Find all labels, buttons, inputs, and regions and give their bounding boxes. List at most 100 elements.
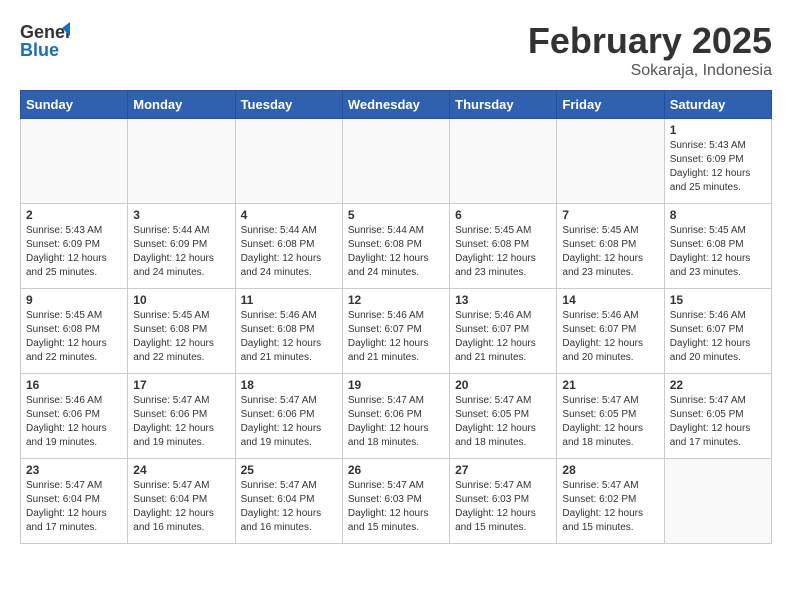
day-number: 4 — [241, 208, 337, 222]
day-info: Sunrise: 5:46 AM Sunset: 6:07 PM Dayligh… — [455, 309, 551, 365]
calendar-cell: 2 Sunrise: 5:43 AM Sunset: 6:09 PM Daylig… — [21, 204, 128, 289]
calendar-cell: 27Sunrise: 5:47 AM Sunset: 6:03 PM Dayli… — [450, 459, 557, 544]
day-number: 8 — [670, 208, 766, 222]
week-row-4: 23 Sunrise: 5:47 AM Sunset: 6:04 PM Dayli… — [21, 459, 772, 544]
weekday-header-row: SundayMondayTuesdayWednesdayThursdayFrid… — [21, 91, 772, 119]
day-number: 17 — [133, 378, 229, 392]
day-number: 3 — [133, 208, 229, 222]
day-info: Sunrise: 5:47 AM Sunset: 6:04 PM Dayligh… — [241, 479, 337, 535]
day-info: Sunrise: 5:47 AM Sunset: 6:03 PM Dayligh… — [348, 479, 444, 535]
day-number: 9 — [26, 293, 122, 307]
day-info: Sunrise: 5:47 AM Sunset: 6:05 PM Dayligh… — [562, 394, 658, 450]
day-number: 11 — [241, 293, 337, 307]
day-number: 10 — [133, 293, 229, 307]
calendar-cell — [235, 119, 342, 204]
month-title: February 2025 — [528, 20, 772, 62]
day-number: 25 — [241, 463, 337, 477]
week-row-3: 16Sunrise: 5:46 AM Sunset: 6:06 PM Dayli… — [21, 374, 772, 459]
day-info: Sunrise: 5:46 AM Sunset: 6:07 PM Dayligh… — [670, 309, 766, 365]
week-row-2: 9 Sunrise: 5:45 AM Sunset: 6:08 PM Daylig… — [21, 289, 772, 374]
day-info: Sunrise: 5:45 AM Sunset: 6:08 PM Dayligh… — [670, 224, 766, 280]
day-info: Sunrise: 5:47 AM Sunset: 6:03 PM Dayligh… — [455, 479, 551, 535]
svg-text:Blue: Blue — [20, 40, 59, 60]
day-number: 21 — [562, 378, 658, 392]
calendar-cell: 19Sunrise: 5:47 AM Sunset: 6:06 PM Dayli… — [342, 374, 449, 459]
day-info: Sunrise: 5:46 AM Sunset: 6:06 PM Dayligh… — [26, 394, 122, 450]
logo-icon: General Blue — [20, 20, 70, 60]
weekday-header-saturday: Saturday — [664, 91, 771, 119]
day-info: Sunrise: 5:44 AM Sunset: 6:08 PM Dayligh… — [348, 224, 444, 280]
day-number: 2 — [26, 208, 122, 222]
calendar-cell: 28Sunrise: 5:47 AM Sunset: 6:02 PM Dayli… — [557, 459, 664, 544]
calendar-cell: 14 Sunrise: 5:46 AM Sunset: 6:07 PM Dayli… — [557, 289, 664, 374]
calendar-cell: 17 Sunrise: 5:47 AM Sunset: 6:06 PM Dayli… — [128, 374, 235, 459]
day-info: Sunrise: 5:47 AM Sunset: 6:04 PM Dayligh… — [133, 479, 229, 535]
calendar-cell: 5 Sunrise: 5:44 AM Sunset: 6:08 PM Daylig… — [342, 204, 449, 289]
day-number: 14 — [562, 293, 658, 307]
day-info: Sunrise: 5:43 AM Sunset: 6:09 PM Dayligh… — [26, 224, 122, 280]
calendar-cell: 21 Sunrise: 5:47 AM Sunset: 6:05 PM Dayli… — [557, 374, 664, 459]
week-row-0: 1 Sunrise: 5:43 AM Sunset: 6:09 PM Daylig… — [21, 119, 772, 204]
calendar-cell: 13Sunrise: 5:46 AM Sunset: 6:07 PM Dayli… — [450, 289, 557, 374]
calendar-cell: 4 Sunrise: 5:44 AM Sunset: 6:08 PM Daylig… — [235, 204, 342, 289]
calendar-cell: 20 Sunrise: 5:47 AM Sunset: 6:05 PM Dayli… — [450, 374, 557, 459]
calendar-cell: 25 Sunrise: 5:47 AM Sunset: 6:04 PM Dayli… — [235, 459, 342, 544]
page-header: General Blue February 2025 Sokaraja, Ind… — [20, 20, 772, 80]
day-info: Sunrise: 5:45 AM Sunset: 6:08 PM Dayligh… — [562, 224, 658, 280]
calendar-cell — [664, 459, 771, 544]
calendar-cell: 7Sunrise: 5:45 AM Sunset: 6:08 PM Daylig… — [557, 204, 664, 289]
calendar-cell — [450, 119, 557, 204]
day-info: Sunrise: 5:47 AM Sunset: 6:02 PM Dayligh… — [562, 479, 658, 535]
calendar-cell: 23 Sunrise: 5:47 AM Sunset: 6:04 PM Dayli… — [21, 459, 128, 544]
calendar-cell: 15 Sunrise: 5:46 AM Sunset: 6:07 PM Dayli… — [664, 289, 771, 374]
day-info: Sunrise: 5:44 AM Sunset: 6:09 PM Dayligh… — [133, 224, 229, 280]
day-info: Sunrise: 5:47 AM Sunset: 6:06 PM Dayligh… — [133, 394, 229, 450]
calendar-cell — [557, 119, 664, 204]
calendar-cell: 1 Sunrise: 5:43 AM Sunset: 6:09 PM Daylig… — [664, 119, 771, 204]
svg-text:General: General — [20, 22, 70, 42]
day-number: 20 — [455, 378, 551, 392]
calendar-cell: 6 Sunrise: 5:45 AM Sunset: 6:08 PM Daylig… — [450, 204, 557, 289]
calendar-cell: 24 Sunrise: 5:47 AM Sunset: 6:04 PM Dayli… — [128, 459, 235, 544]
day-info: Sunrise: 5:47 AM Sunset: 6:04 PM Dayligh… — [26, 479, 122, 535]
day-info: Sunrise: 5:47 AM Sunset: 6:05 PM Dayligh… — [455, 394, 551, 450]
location: Sokaraja, Indonesia — [528, 62, 772, 80]
day-info: Sunrise: 5:46 AM Sunset: 6:08 PM Dayligh… — [241, 309, 337, 365]
day-number: 19 — [348, 378, 444, 392]
weekday-header-thursday: Thursday — [450, 91, 557, 119]
day-info: Sunrise: 5:47 AM Sunset: 6:06 PM Dayligh… — [241, 394, 337, 450]
title-block: February 2025 Sokaraja, Indonesia — [528, 20, 772, 80]
calendar-cell: 26Sunrise: 5:47 AM Sunset: 6:03 PM Dayli… — [342, 459, 449, 544]
day-info: Sunrise: 5:44 AM Sunset: 6:08 PM Dayligh… — [241, 224, 337, 280]
week-row-1: 2 Sunrise: 5:43 AM Sunset: 6:09 PM Daylig… — [21, 204, 772, 289]
weekday-header-sunday: Sunday — [21, 91, 128, 119]
day-number: 1 — [670, 123, 766, 137]
day-number: 6 — [455, 208, 551, 222]
calendar-cell — [342, 119, 449, 204]
day-number: 24 — [133, 463, 229, 477]
logo: General Blue — [20, 20, 70, 60]
calendar-cell: 10 Sunrise: 5:45 AM Sunset: 6:08 PM Dayli… — [128, 289, 235, 374]
calendar-cell: 9 Sunrise: 5:45 AM Sunset: 6:08 PM Daylig… — [21, 289, 128, 374]
day-info: Sunrise: 5:46 AM Sunset: 6:07 PM Dayligh… — [562, 309, 658, 365]
weekday-header-friday: Friday — [557, 91, 664, 119]
calendar-cell: 22 Sunrise: 5:47 AM Sunset: 6:05 PM Dayli… — [664, 374, 771, 459]
calendar-cell: 16Sunrise: 5:46 AM Sunset: 6:06 PM Dayli… — [21, 374, 128, 459]
day-info: Sunrise: 5:45 AM Sunset: 6:08 PM Dayligh… — [133, 309, 229, 365]
calendar-cell: 18Sunrise: 5:47 AM Sunset: 6:06 PM Dayli… — [235, 374, 342, 459]
day-info: Sunrise: 5:45 AM Sunset: 6:08 PM Dayligh… — [455, 224, 551, 280]
weekday-header-tuesday: Tuesday — [235, 91, 342, 119]
day-info: Sunrise: 5:47 AM Sunset: 6:05 PM Dayligh… — [670, 394, 766, 450]
day-info: Sunrise: 5:43 AM Sunset: 6:09 PM Dayligh… — [670, 139, 766, 195]
day-info: Sunrise: 5:45 AM Sunset: 6:08 PM Dayligh… — [26, 309, 122, 365]
day-number: 23 — [26, 463, 122, 477]
day-number: 12 — [348, 293, 444, 307]
calendar-cell: 8 Sunrise: 5:45 AM Sunset: 6:08 PM Daylig… — [664, 204, 771, 289]
weekday-header-wednesday: Wednesday — [342, 91, 449, 119]
day-number: 22 — [670, 378, 766, 392]
weekday-header-monday: Monday — [128, 91, 235, 119]
day-number: 15 — [670, 293, 766, 307]
calendar-cell: 3 Sunrise: 5:44 AM Sunset: 6:09 PM Daylig… — [128, 204, 235, 289]
day-number: 5 — [348, 208, 444, 222]
calendar-cell — [21, 119, 128, 204]
